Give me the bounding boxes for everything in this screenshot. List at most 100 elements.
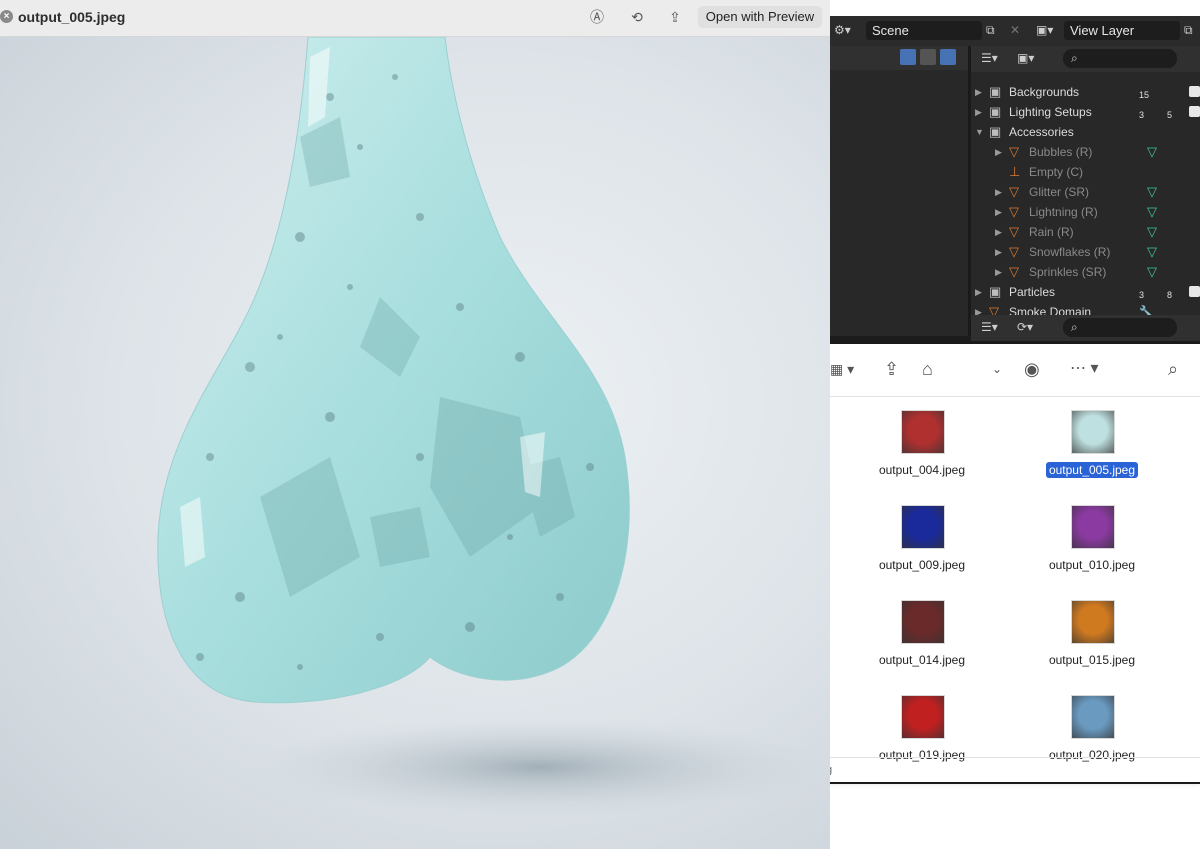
- rotate-icon[interactable]: ⟲: [626, 7, 648, 27]
- outliner-item-label: Lightning (R): [1029, 205, 1098, 219]
- filter-icon[interactable]: ▣▾: [1017, 49, 1034, 68]
- outliner-item[interactable]: ▼ ▣ Accessories: [971, 122, 1200, 142]
- outliner-item[interactable]: ▶ ▣ Backgrounds 15: [971, 82, 1200, 102]
- chevron-down-icon[interactable]: ⌄: [992, 358, 1002, 380]
- outliner-item[interactable]: ▶ ▽ Glitter (SR) ▽: [971, 182, 1200, 202]
- view-layer-selector[interactable]: View Layer: [1064, 21, 1180, 40]
- preview-image: [0, 37, 830, 849]
- file-name-label[interactable]: output_014.jpeg: [857, 652, 987, 668]
- expand-arrow-icon[interactable]: ▶: [995, 182, 1002, 202]
- expand-arrow-icon[interactable]: ▶: [975, 102, 982, 122]
- object-icon: ▽: [1009, 184, 1019, 199]
- file-thumbnail[interactable]: [901, 600, 945, 644]
- eye-icon[interactable]: ◉: [1024, 358, 1040, 380]
- file-thumbnail[interactable]: [901, 695, 945, 739]
- collection-icon: ▣: [989, 84, 1002, 99]
- collection-icon: ▣: [989, 104, 1002, 119]
- file-thumbnail[interactable]: [1071, 505, 1115, 549]
- outliner-item-label: Accessories: [1009, 125, 1074, 139]
- view-grid-icon[interactable]: ▦ ▾: [830, 358, 854, 380]
- copy-icon[interactable]: ⧉: [1184, 21, 1193, 40]
- floor-shadow: [250, 717, 830, 817]
- outliner-item[interactable]: ▶ ▣ Lighting Setups 3 5: [971, 102, 1200, 122]
- outliner-item[interactable]: ⊥ Empty (C): [971, 162, 1200, 182]
- expand-arrow-icon[interactable]: ▶: [995, 202, 1002, 222]
- outliner-item[interactable]: ▶ ▽ Snowflakes (R) ▽: [971, 242, 1200, 262]
- file-name-label[interactable]: output_015.jpeg: [1027, 652, 1157, 668]
- outliner-item[interactable]: ▶ ▽ Rain (R) ▽: [971, 222, 1200, 242]
- render-filter-icon[interactable]: ⟳▾: [1017, 318, 1033, 337]
- list-icon[interactable]: [920, 49, 936, 65]
- properties-search-input[interactable]: ⌕: [1063, 318, 1177, 337]
- file-name-text: output_014.jpeg: [878, 653, 966, 667]
- copy-icon[interactable]: ⧉: [986, 21, 995, 40]
- file-name-label[interactable]: output_004.jpeg: [857, 462, 987, 478]
- file-name-label[interactable]: output_009.jpeg: [857, 557, 987, 573]
- expand-arrow-icon[interactable]: ▶: [975, 82, 982, 102]
- object-icon: ⊥: [1009, 164, 1021, 179]
- expand-arrow-icon[interactable]: ▶: [995, 142, 1002, 162]
- visibility-checkbox[interactable]: [1189, 286, 1200, 297]
- object-icon: ▽: [1009, 224, 1019, 239]
- outliner-item-label: Glitter (SR): [1029, 185, 1089, 199]
- scene-selector[interactable]: Scene: [866, 21, 982, 40]
- file-thumbnail[interactable]: [901, 505, 945, 549]
- finder-toolbar: ▦ ▾ ⇪ ⌂ ⌄ ◉ ⋯ ▾ ⌕: [826, 344, 1200, 397]
- outliner-item-label: Bubbles (R): [1029, 145, 1093, 159]
- scene-name: Scene: [872, 23, 909, 38]
- file-name-text: output_004.jpeg: [878, 463, 966, 477]
- outliner-item[interactable]: ▶ ▣ Particles 3 8: [971, 282, 1200, 302]
- outliner-header: ☰▾ ▣▾ ⌕: [971, 46, 1200, 72]
- display-mode-icon[interactable]: ☰▾: [981, 49, 998, 68]
- file-name-label[interactable]: output_010.jpeg: [1027, 557, 1157, 573]
- properties-header: ☰▾ ⟳▾ ⌕: [971, 315, 1200, 341]
- visibility-checkbox[interactable]: [1189, 86, 1200, 97]
- outliner-item[interactable]: ▶ ▽ Lightning (R) ▽: [971, 202, 1200, 222]
- markup-icon[interactable]: Ⓐ: [586, 7, 608, 27]
- preview-titlebar: × output_005.jpeg Ⓐ ⟲ ⇪ Open with Previe…: [0, 0, 830, 37]
- list-lines-icon[interactable]: [940, 49, 956, 65]
- file-name-text: output_015.jpeg: [1048, 653, 1136, 667]
- particle-system-icon: ▽: [1147, 144, 1157, 159]
- particle-system-icon: ▽: [1147, 224, 1157, 239]
- outliner-item-label: Lighting Setups: [1009, 105, 1092, 119]
- file-thumbnail[interactable]: [1071, 695, 1115, 739]
- list-numbered-icon[interactable]: [900, 49, 916, 65]
- more-icon[interactable]: ⋯ ▾: [1070, 358, 1098, 380]
- share-icon[interactable]: ⇪: [884, 358, 899, 380]
- outliner-item-label: Snowflakes (R): [1029, 245, 1111, 259]
- file-thumbnail[interactable]: [1071, 600, 1115, 644]
- file-thumbnail[interactable]: [901, 410, 945, 454]
- expand-arrow-icon[interactable]: ▼: [975, 122, 984, 142]
- outliner-item-label: Sprinkles (SR): [1029, 265, 1107, 279]
- search-icon[interactable]: ⌕: [1168, 358, 1178, 380]
- outliner-search-input[interactable]: ⌕: [1063, 49, 1177, 68]
- outliner-item[interactable]: ▶ ▽ Bubbles (R) ▽: [971, 142, 1200, 162]
- object-icon: ▽: [1009, 244, 1019, 259]
- expand-arrow-icon[interactable]: ▶: [995, 262, 1002, 282]
- expand-arrow-icon[interactable]: ▶: [995, 242, 1002, 262]
- expand-arrow-icon[interactable]: ▶: [975, 282, 982, 302]
- object-icon: ▽: [1009, 264, 1019, 279]
- finder-window: ▦ ▾ ⇪ ⌂ ⌄ ◉ ⋯ ▾ ⌕ output_004.jpeg output_…: [826, 344, 1200, 782]
- finder-status-bar: g: [826, 757, 1200, 783]
- expand-arrow-icon[interactable]: ▶: [995, 222, 1002, 242]
- collection-icon: ▣: [989, 124, 1002, 139]
- visibility-checkbox[interactable]: [1189, 106, 1200, 117]
- share-icon[interactable]: ⇪: [664, 7, 686, 27]
- view-layer-icon[interactable]: ▣▾: [1036, 21, 1053, 40]
- display-mode-icon[interactable]: ☰▾: [981, 318, 998, 337]
- close-button[interactable]: ×: [0, 10, 13, 23]
- close-icon[interactable]: ✕: [1010, 21, 1020, 40]
- tag-icon[interactable]: ⌂: [922, 358, 933, 380]
- blender-topbar: ⚙▾ Scene ⧉ ✕ ▣▾ View Layer ⧉: [826, 16, 1200, 46]
- outliner-item-label: Empty (C): [1029, 165, 1083, 179]
- file-thumbnail[interactable]: [1071, 410, 1115, 454]
- outliner-panel: ☰▾ ▣▾ ⌕ ▶ ▣ Backgrounds 15 ▶ ▣ Lighting Setups…: [971, 46, 1200, 336]
- scene-icon[interactable]: ⚙▾: [834, 21, 851, 40]
- file-name-label[interactable]: output_005.jpeg: [1027, 462, 1157, 478]
- open-with-preview-button[interactable]: Open with Preview: [698, 6, 822, 28]
- file-name-text: output_009.jpeg: [878, 558, 966, 572]
- outliner-item[interactable]: ▶ ▽ Sprinkles (SR) ▽: [971, 262, 1200, 282]
- search-icon: ⌕: [1071, 320, 1078, 334]
